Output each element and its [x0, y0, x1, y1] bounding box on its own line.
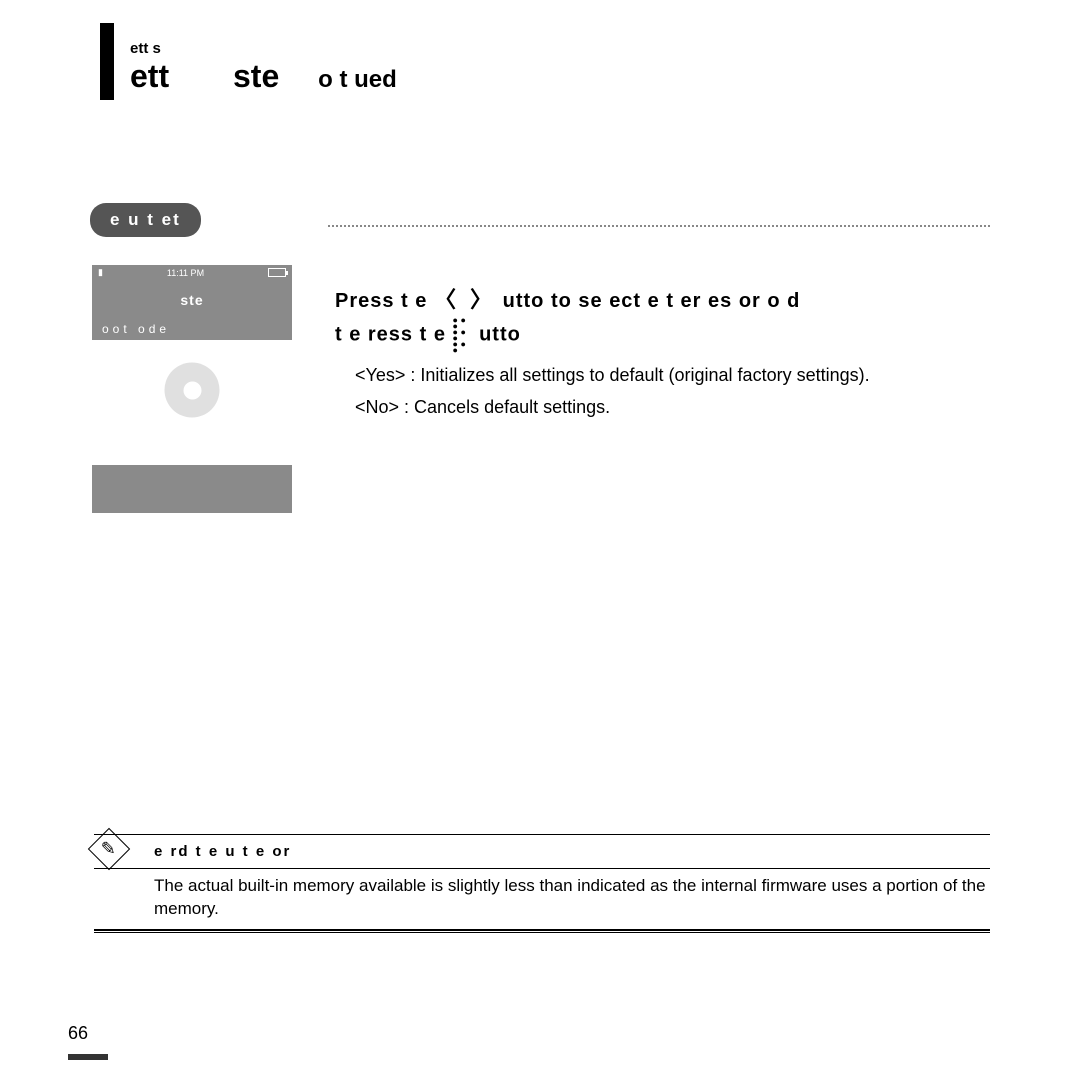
note-bottom-rule: [94, 930, 990, 933]
title-continued: o t ued: [318, 66, 397, 93]
instruction-mid: utto to se ect e t er es or o d: [503, 290, 801, 312]
left-right-arrows-icon: 〈 〉: [434, 287, 496, 312]
grid-button-icon: ● ● ●● ● ●● ● ●: [453, 317, 473, 353]
title-vertical-bar: [100, 23, 114, 100]
page-number: 66: [68, 1023, 88, 1044]
instruction-line2-post: utto: [479, 323, 521, 345]
page-title: ett ste o t ued: [130, 58, 397, 95]
note-title: e rd t e u t e or: [94, 835, 990, 869]
pencil-icon: ✎: [101, 839, 116, 860]
device-mockup: ▮ 11:11 PM ste oot ode: [92, 265, 292, 513]
device-time: 11:11 PM: [167, 268, 204, 278]
footer-bar: [68, 1054, 108, 1060]
device-content-area: [92, 340, 292, 465]
title-part-2: ste: [233, 58, 279, 94]
instruction-line2-pre: t e ress t e: [335, 323, 453, 345]
device-option-1: oot ode: [92, 318, 292, 340]
note-block: ✎ e rd t e u t e or The actual built-in …: [94, 834, 990, 933]
option-no: <No> : Cancels default settings.: [355, 392, 990, 424]
gear-icon: [165, 363, 220, 418]
breadcrumb: ett s: [130, 40, 161, 57]
device-status-bar: ▮ 11:11 PM: [92, 265, 292, 280]
option-yes: <Yes> : Initializes all settings to defa…: [355, 360, 990, 392]
battery-icon: [268, 268, 286, 277]
instruction-text: Press t e 〈 〉 utto to se ect e t er es o…: [335, 282, 990, 353]
instruction-pre: Press t e: [335, 290, 434, 312]
signal-icon: ▮: [98, 267, 103, 278]
note-body: The actual built-in memory available is …: [94, 869, 990, 929]
title-part-1: ett: [130, 58, 169, 94]
section-pill: e u t et: [90, 203, 201, 237]
device-screen-title: ste: [92, 280, 292, 318]
section-dots: [328, 225, 990, 227]
description-list: <Yes> : Initializes all settings to defa…: [355, 360, 990, 423]
